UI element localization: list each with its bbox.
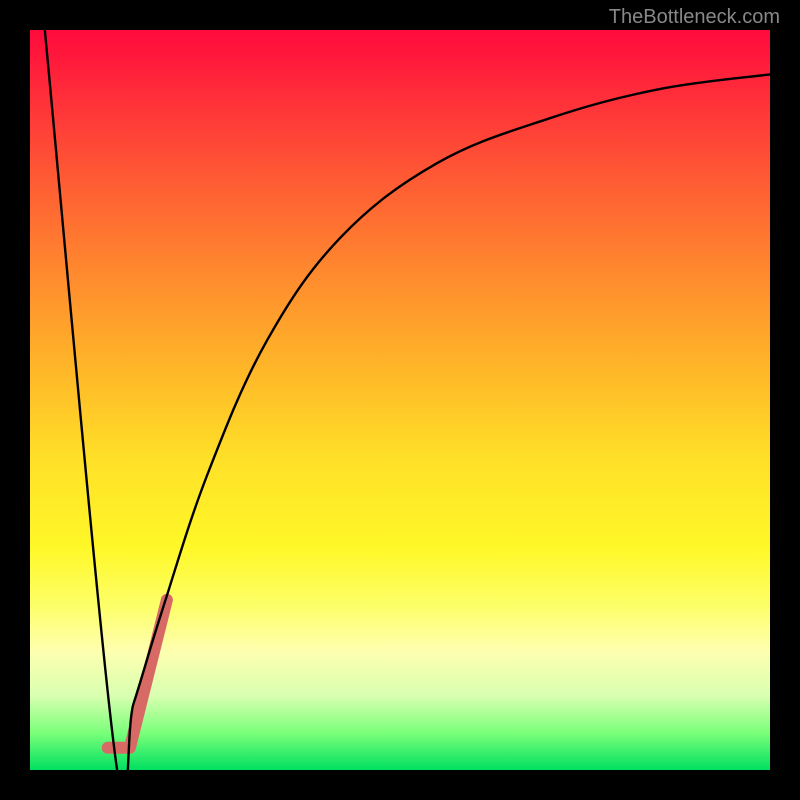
bottleneck-chart — [30, 30, 770, 770]
chart-lines — [30, 30, 770, 770]
watermark-text: TheBottleneck.com — [609, 6, 780, 29]
